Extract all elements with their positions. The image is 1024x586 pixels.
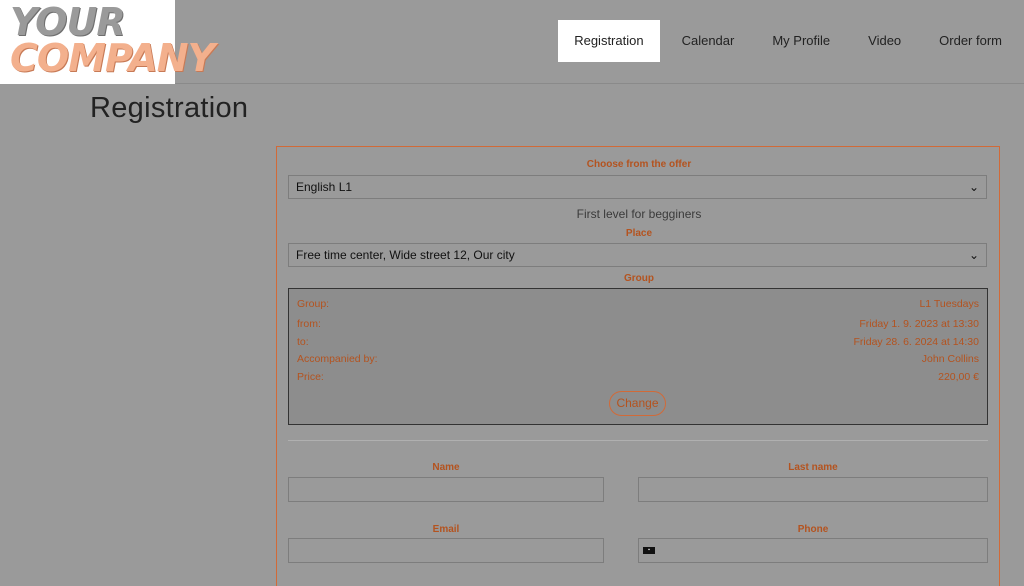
- email-input[interactable]: [288, 538, 604, 563]
- group-row-key: from:: [297, 318, 321, 330]
- group-row: to: Friday 28. 6. 2024 at 14:30: [297, 336, 979, 348]
- company-logo[interactable]: YOUR COMPANY: [0, 0, 215, 84]
- nav-calendar[interactable]: Calendar: [666, 20, 751, 62]
- group-row-value: L1 Tuesdays: [919, 298, 979, 310]
- group-row-key: to:: [297, 336, 309, 348]
- offer-label: Choose from the offer: [586, 159, 692, 170]
- phone-input[interactable]: ▪: [638, 538, 988, 563]
- chevron-down-icon: ⌄: [968, 180, 979, 194]
- offer-description: First level for begginers: [576, 207, 702, 221]
- offer-select-value: English L1: [296, 180, 353, 194]
- group-row-value: Friday 1. 9. 2023 at 13:30: [859, 318, 979, 330]
- place-label: Place: [625, 228, 653, 239]
- logo-line-1: YOUR: [10, 0, 126, 44]
- group-row: from: Friday 1. 9. 2023 at 13:30: [297, 318, 979, 330]
- nav-registration[interactable]: Registration: [558, 20, 660, 62]
- place-select[interactable]: Free time center, Wide street 12, Our ci…: [288, 243, 987, 267]
- nav-order-form[interactable]: Order form: [923, 20, 1018, 62]
- phone-label: Phone: [797, 524, 829, 535]
- group-row-key: Group:: [297, 298, 330, 310]
- group-row-value: John Collins: [921, 353, 979, 365]
- last-name-label: Last name: [788, 462, 838, 473]
- offer-select[interactable]: English L1 ⌄: [288, 175, 987, 199]
- group-row: Accompanied by: John Collins: [297, 353, 979, 365]
- name-input[interactable]: [288, 477, 604, 502]
- place-select-value: Free time center, Wide street 12, Our ci…: [296, 248, 515, 262]
- group-row: Price: 220,00 €: [297, 371, 979, 383]
- group-label: Group: [624, 273, 654, 284]
- group-row-key: Price:: [297, 371, 324, 383]
- registration-form: Choose from the offer English L1 ⌄ First…: [276, 146, 1000, 586]
- email-label: Email: [432, 524, 460, 535]
- divider: [288, 440, 988, 441]
- group-row: Group: L1 Tuesdays: [297, 298, 979, 310]
- group-row-key: Accompanied by:: [297, 353, 378, 365]
- nav-my-profile[interactable]: My Profile: [756, 20, 846, 62]
- top-bar: YOUR COMPANY Registration Calendar My Pr…: [0, 0, 1024, 84]
- page-title: Registration: [90, 92, 249, 124]
- flag-icon[interactable]: ▪: [643, 547, 655, 554]
- group-row-value: 220,00 €: [938, 371, 979, 383]
- last-name-input[interactable]: [638, 477, 988, 502]
- group-row-value: Friday 28. 6. 2024 at 14:30: [853, 336, 979, 348]
- change-button[interactable]: Change: [609, 391, 666, 416]
- logo-line-2: COMPANY: [10, 36, 215, 80]
- main-nav: Registration Calendar My Profile Video O…: [558, 20, 1024, 62]
- chevron-down-icon: ⌄: [968, 248, 979, 262]
- name-label: Name: [432, 462, 460, 473]
- nav-video[interactable]: Video: [852, 20, 917, 62]
- group-details: Group: L1 Tuesdays from: Friday 1. 9. 20…: [288, 288, 988, 425]
